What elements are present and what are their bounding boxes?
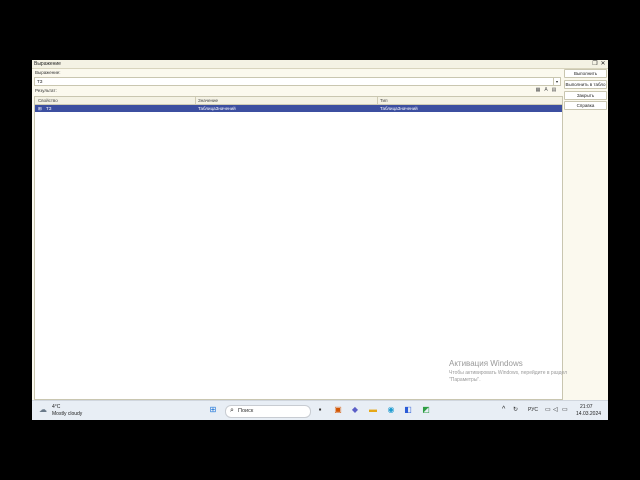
weather-temp: 4°C	[52, 404, 61, 410]
app-blue-icon[interactable]: ◧	[403, 405, 413, 415]
search-label: Поиск	[238, 408, 254, 414]
calendar-icon[interactable]: ▦	[535, 87, 541, 93]
execute-button[interactable]: Выполнить	[564, 69, 607, 78]
result-toolbar: ▦ A ▤	[535, 87, 559, 93]
table-header: Свойство Значение Тип	[35, 97, 562, 105]
chevron-down-icon[interactable]: ▾	[553, 78, 560, 85]
task-view-icon[interactable]: ▪	[315, 405, 325, 415]
result-table: Свойство Значение Тип ⊞ ТЗ ТаблицаЗначен…	[34, 96, 563, 400]
execute-table-button[interactable]: Выполнить в табло	[564, 80, 607, 89]
settings-icon[interactable]: ▤	[551, 87, 557, 93]
windows-start-icon[interactable]: ⊞	[208, 405, 218, 415]
cell-type: ТаблицаЗначений	[380, 106, 418, 111]
window-title: Выражение	[34, 61, 61, 67]
help-button[interactable]: Справка	[564, 101, 607, 110]
clock-date[interactable]: 14.03.2024	[576, 411, 601, 417]
expression-label: Выражение:	[35, 70, 61, 75]
clock-time[interactable]: 21:07	[580, 404, 593, 410]
app-green-icon[interactable]: ◩	[421, 405, 431, 415]
search-icon: ⌕	[230, 407, 234, 414]
teams-icon[interactable]: ◆	[350, 405, 360, 415]
close-icon[interactable]: ✕	[599, 60, 607, 68]
sync-icon[interactable]: ↻	[513, 406, 518, 413]
expression-input[interactable]: ТЗ ▾	[34, 77, 561, 86]
activation-watermark-title: Активация Windows	[449, 359, 523, 368]
taskbar: ☁ 4°C Mostly cloudy ⊞ ⌕ Поиск ▪ ▣ ◆ ▬ ◉ …	[32, 400, 608, 420]
column-header-property[interactable]: Свойство	[38, 98, 58, 103]
cell-property: ТЗ	[46, 106, 52, 111]
taskbar-search[interactable]: ⌕ Поиск	[225, 405, 311, 418]
result-label: Результат:	[35, 88, 57, 93]
volume-icon[interactable]: ◁	[553, 406, 558, 413]
edge-icon[interactable]: ◉	[386, 405, 396, 415]
cell-value: ТаблицаЗначений	[198, 106, 236, 111]
battery-icon[interactable]: ▭	[562, 406, 568, 413]
file-explorer-icon[interactable]: ▬	[368, 405, 378, 415]
language-indicator[interactable]: РУС	[528, 407, 538, 413]
network-icon[interactable]: ▭	[545, 406, 551, 413]
column-header-type[interactable]: Тип	[380, 98, 388, 103]
screen: Выражение ❐ ✕ Выражение: ТЗ ▾ Результат:…	[32, 60, 608, 420]
restore-icon[interactable]: ❐	[591, 60, 599, 68]
font-icon[interactable]: A	[543, 87, 549, 93]
weather-icon[interactable]: ☁	[38, 405, 48, 415]
app-1c-icon[interactable]: ▣	[333, 405, 343, 415]
weather-desc: Mostly cloudy	[52, 411, 83, 417]
window-titlebar: Выражение ❐ ✕	[32, 60, 608, 69]
close-button[interactable]: Закрыть	[564, 91, 607, 100]
expression-value: ТЗ	[37, 79, 43, 84]
activation-watermark-line1: Чтобы активировать Windows, перейдите в …	[449, 370, 568, 376]
chevron-up-icon[interactable]: ^	[502, 406, 505, 413]
column-header-value[interactable]: Значение	[198, 98, 218, 103]
table-row[interactable]: ⊞ ТЗ ТаблицаЗначений ТаблицаЗначений	[35, 105, 562, 112]
row-expand-icon[interactable]: ⊞	[38, 106, 42, 112]
activation-watermark-line2: "Параметры".	[449, 377, 481, 383]
